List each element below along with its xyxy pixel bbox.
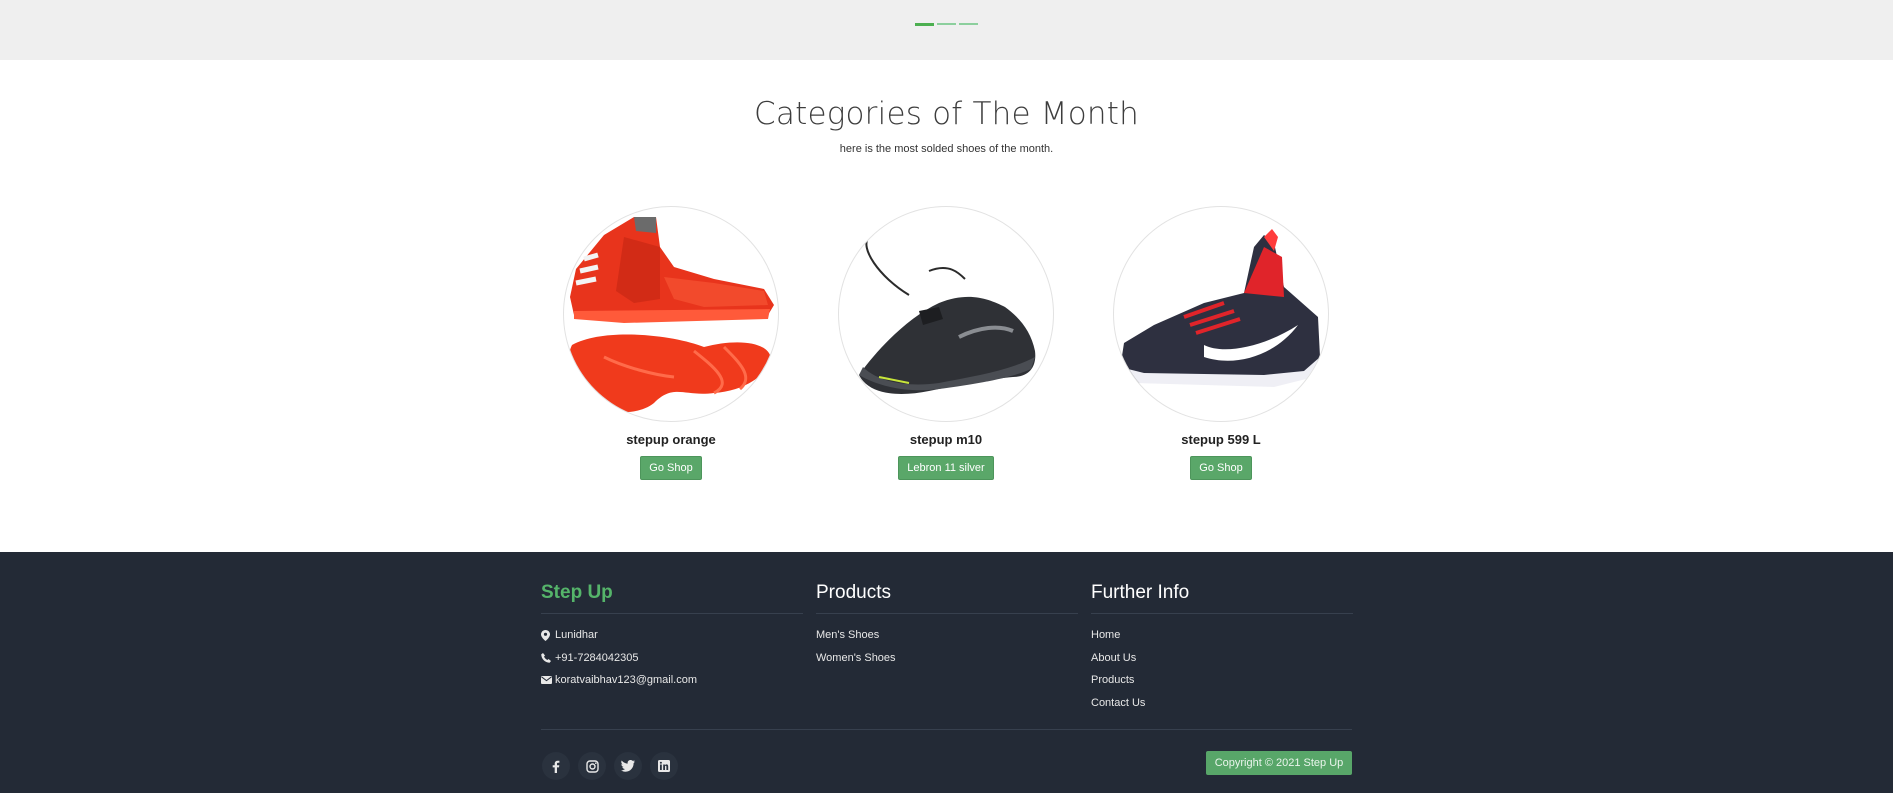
footer-products-title: Products bbox=[816, 582, 1078, 614]
slider-indicator-1[interactable] bbox=[915, 22, 934, 26]
social-links bbox=[542, 752, 678, 780]
copyright-badge: Copyright © 2021 Step Up bbox=[1206, 751, 1352, 775]
site-footer: Step Up Lunidhar +91-7284042305 koratvai… bbox=[0, 552, 1893, 793]
navy-shoe-image bbox=[1120, 229, 1320, 387]
footer-address-text: Lunidhar bbox=[555, 629, 598, 641]
map-marker-icon bbox=[541, 629, 555, 641]
facebook-icon[interactable] bbox=[542, 752, 570, 780]
red-shoe-image bbox=[568, 217, 774, 413]
footer-phone-text[interactable]: +91-7284042305 bbox=[555, 647, 639, 670]
linkedin-icon[interactable] bbox=[650, 752, 678, 780]
product-card: stepup 599 L Go Shop bbox=[1111, 206, 1331, 480]
product-image bbox=[1113, 206, 1329, 422]
footer-link-products[interactable]: Products bbox=[1091, 669, 1353, 692]
footer-email-text[interactable]: koratvaibhav123@gmail.com bbox=[555, 669, 697, 692]
footer-link-home[interactable]: Home bbox=[1091, 624, 1353, 647]
go-shop-button[interactable]: Go Shop bbox=[1190, 456, 1252, 480]
footer-link-mens-shoes[interactable]: Men's Shoes bbox=[816, 624, 1078, 647]
slider-indicator-2[interactable] bbox=[937, 23, 956, 25]
footer-address: Lunidhar bbox=[541, 624, 803, 647]
slider-indicator-3[interactable] bbox=[959, 23, 978, 25]
footer-link-contact-us[interactable]: Contact Us bbox=[1091, 692, 1353, 715]
twitter-icon[interactable] bbox=[614, 752, 642, 780]
product-name: stepup 599 L bbox=[1181, 432, 1261, 447]
go-shop-button[interactable]: Go Shop bbox=[640, 456, 702, 480]
lebron-11-silver-button[interactable]: Lebron 11 silver bbox=[898, 456, 994, 480]
footer-brand-column: Step Up Lunidhar +91-7284042305 koratvai… bbox=[541, 582, 803, 692]
footer-link-womens-shoes[interactable]: Women's Shoes bbox=[816, 647, 1078, 670]
footer-phone: +91-7284042305 bbox=[541, 647, 803, 670]
product-card: stepup orange Go Shop bbox=[561, 206, 781, 480]
envelope-icon bbox=[541, 676, 555, 685]
instagram-icon[interactable] bbox=[578, 752, 606, 780]
phone-icon bbox=[541, 652, 555, 663]
product-name: stepup orange bbox=[626, 432, 716, 447]
slider-indicators bbox=[915, 22, 978, 26]
footer-products-column: Products Men's Shoes Women's Shoes bbox=[816, 582, 1078, 669]
footer-info-column: Further Info Home About Us Products Cont… bbox=[1091, 582, 1353, 714]
section-title: Categories of The Month bbox=[754, 96, 1139, 132]
product-card: stepup m10 Lebron 11 silver bbox=[836, 206, 1056, 480]
black-shoe-image bbox=[859, 236, 1036, 394]
footer-divider bbox=[541, 729, 1352, 730]
footer-brand-title: Step Up bbox=[541, 582, 803, 614]
product-name: stepup m10 bbox=[909, 432, 983, 447]
footer-email: koratvaibhav123@gmail.com bbox=[541, 669, 803, 692]
product-image bbox=[563, 206, 779, 422]
product-image bbox=[838, 206, 1054, 422]
section-subtitle: here is the most solded shoes of the mon… bbox=[839, 143, 1054, 155]
footer-info-title: Further Info bbox=[1091, 582, 1353, 614]
hero-slider-bottom bbox=[0, 0, 1893, 60]
footer-link-about-us[interactable]: About Us bbox=[1091, 647, 1353, 670]
